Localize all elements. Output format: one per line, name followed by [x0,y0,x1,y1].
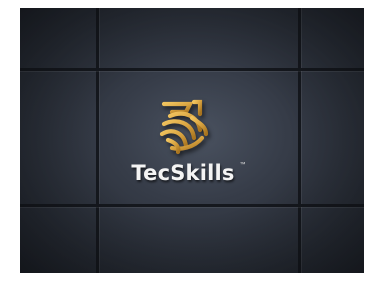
image-frame: TecSkills ™ [0,0,366,281]
brand-name: TecSkills [131,161,235,185]
tecskills-logo-icon [150,92,216,158]
trademark-symbol: ™ [239,162,246,168]
wordmark-text-group: TecSkills ™ [131,161,245,185]
